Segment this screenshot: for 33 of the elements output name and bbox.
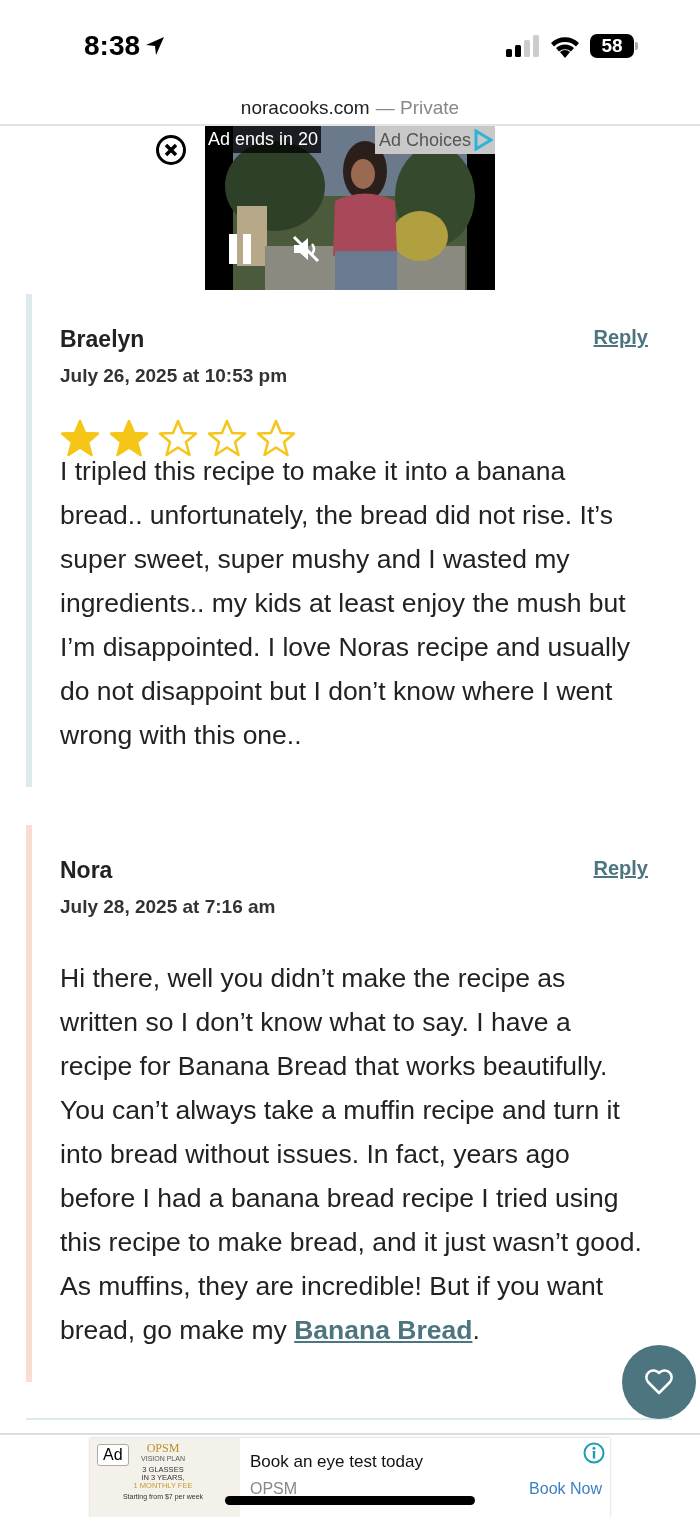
info-icon[interactable] (583, 1442, 605, 1464)
empty-star-icon (158, 419, 198, 457)
ad-choices-icon (473, 129, 493, 151)
ad-headline: Book an eye test today (250, 1452, 424, 1472)
close-icon[interactable] (155, 134, 187, 166)
filled-star-icon (109, 419, 149, 457)
signal-icon (506, 35, 540, 57)
advertiser-name: OPSM (250, 1480, 298, 1498)
private-label: — Private (375, 97, 460, 119)
ad-label: Ad (97, 1444, 129, 1466)
comment-author: Nora (60, 857, 114, 884)
countdown-label: Ad ends in 20 (205, 126, 322, 153)
wifi-icon (549, 34, 581, 58)
reply-link[interactable]: Reply (593, 857, 648, 880)
muted-speaker-icon[interactable] (291, 234, 321, 264)
comment-author: Braelyn (60, 326, 146, 353)
clock-time: 8:38 (84, 30, 141, 62)
comment-text: I tripled this recipe to make it into a banana bread.. unfortunately, the bread did not rise. It’s super sweet, super mushy and I wasted my ingredients.. my kids at least enjoy the mush but I’m disappointed. I love Noras recipe and usually do not disappoint but I don’t know where I went wrong with this one.. (60, 455, 632, 752)
battery-indicator: 58 (590, 34, 638, 58)
heart-icon (645, 1369, 673, 1395)
recipe-link[interactable]: Banana Bread (294, 1315, 473, 1345)
filled-star-icon (60, 419, 100, 457)
brand-name: OPSM (146, 1442, 180, 1456)
location-arrow-icon (144, 35, 167, 57)
reply-link[interactable]: Reply (593, 326, 648, 349)
comment-date: July 28, 2025 at 7:16 am (60, 896, 276, 918)
comment-text: Hi there, well you didn’t make the recipe as written so I don’t know what to say. I have a recipe for Banana Bread that works beautifully. You can’t always take a muffin recipe and turn it into bread without issues. In fact, years ago before I had a banana bread recipe I tried using this recipe to make bread, and it just wasn’t good. As muffins, they are incredible! But if you want bread, go make my Banana Bread. (60, 962, 643, 1347)
empty-star-icon (256, 419, 296, 457)
site-domain: noracooks.com (240, 97, 370, 119)
book-now-link[interactable]: Book Now (529, 1480, 602, 1498)
ad-choices-link[interactable]: Ad Choices (374, 126, 495, 154)
comment-date: July 26, 2025 at 10:53 pm (60, 365, 288, 387)
empty-star-icon (207, 419, 247, 457)
